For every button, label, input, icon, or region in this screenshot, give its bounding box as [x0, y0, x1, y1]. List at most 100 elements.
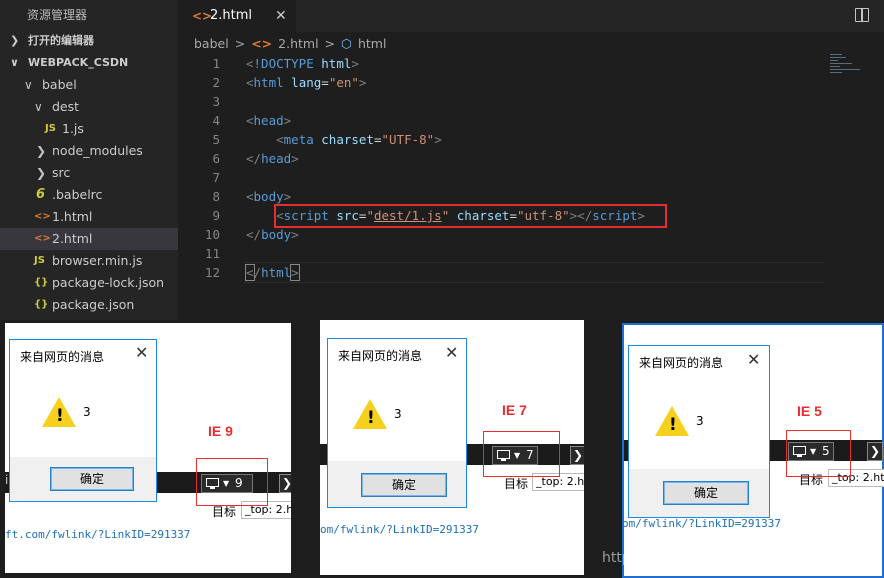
js-file-icon: JS [45, 123, 56, 134]
workspace-section[interactable]: ∨ WEBPACK_CSDN [0, 52, 178, 74]
line-number: 11 [204, 246, 220, 261]
line-number: 12 [204, 265, 220, 280]
tree-item-babelrc[interactable]: 6 .babelrc [0, 184, 178, 206]
json-file-icon: {} [34, 277, 49, 288]
line-number: 7 [212, 170, 220, 185]
tree-item-label: 1.js [62, 121, 84, 136]
chevron-down-icon: ∨ [24, 78, 33, 92]
warning-exclamation-icon: ! [669, 415, 677, 435]
dialog-title: 来自网页的消息 [20, 350, 105, 364]
tree-item-label: babel [42, 77, 77, 92]
line-number: 5 [212, 132, 220, 147]
alert-dialog: 来自网页的消息 ✕ ! 3 确定 [327, 338, 467, 508]
chevron-right-icon: ❯ [36, 166, 47, 180]
breadcrumb: babel > <> 2.html > ⬡ html [194, 34, 392, 54]
dialog-message: 3 [394, 407, 402, 421]
code-line-text: <head> [246, 113, 292, 128]
tree-item-label: src [52, 165, 71, 180]
line-number: 4 [212, 113, 220, 128]
ie5-panel: ▼ 5 ❯ 目标 _top: 2.html om/fwlink/?LinkID=… [622, 323, 884, 578]
close-icon[interactable]: ✕ [135, 343, 148, 362]
console-icon[interactable]: ❯ [867, 442, 883, 461]
html-file-icon: <> [251, 36, 273, 51]
code-editor[interactable]: 1 <!DOCTYPE html> 2 <html lang="en"> 3 4 <h… [178, 54, 884, 282]
tree-item-dest[interactable]: ∨ dest [0, 96, 178, 118]
ie7-panel: ▼ 7 ❯ 目标 _top: 2.html om/fwlink/?LinkID=… [320, 320, 584, 575]
ie-version-label: IE 9 [208, 423, 233, 439]
code-line: 6 </head> [178, 149, 884, 168]
chevron-right-icon: ❯ [36, 144, 47, 158]
tree-item-browser-min-js[interactable]: JS browser.min.js [0, 250, 178, 272]
tab-label: 2.html [210, 8, 253, 23]
split-editor-icon[interactable] [855, 8, 869, 22]
code-line-text: </head> [246, 151, 299, 166]
chevron-down-icon: ∨ [34, 100, 43, 114]
code-line: 4 <head> [178, 111, 884, 130]
html-file-icon: <> [34, 233, 51, 244]
tree-item-2html[interactable]: <> 2.html [0, 228, 178, 250]
fwlink-url[interactable]: om/fwlink/?LinkID=291337 [320, 523, 479, 536]
chevron-down-icon: ∨ [10, 56, 19, 69]
json-file-icon: {} [34, 299, 49, 310]
tree-item-label: node_modules [52, 143, 143, 158]
ie-version-label: IE 5 [797, 403, 822, 419]
line-number: 1 [212, 56, 220, 71]
code-line-text: <!DOCTYPE html> [246, 56, 359, 71]
highlight-box-script-line [274, 204, 667, 228]
ok-button[interactable]: 确定 [50, 467, 134, 491]
ok-button[interactable]: 确定 [361, 473, 447, 497]
tree-item-1js[interactable]: JS 1.js [0, 118, 178, 140]
tree-item-src[interactable]: ❯ src [0, 162, 178, 184]
breadcrumb-folder[interactable]: babel [194, 36, 229, 51]
highlight-box-doc-mode [196, 458, 268, 506]
dialog-message: 3 [696, 414, 704, 428]
code-line: 5 <meta charset="UTF-8"> [178, 130, 884, 149]
breadcrumb-separator: > [234, 36, 246, 51]
close-icon[interactable]: ✕ [747, 350, 760, 369]
code-line-text: <meta charset="UTF-8"> [276, 132, 442, 147]
code-line-text: </html> [245, 264, 300, 281]
breadcrumb-file[interactable]: 2.html [278, 36, 318, 51]
symbol-icon: ⬡ [341, 36, 352, 51]
tree-item-1html[interactable]: <> 1.html [0, 206, 178, 228]
console-icon[interactable]: ❯ [570, 446, 584, 465]
line-number: 6 [212, 151, 220, 166]
close-icon[interactable]: ✕ [275, 0, 287, 32]
js-file-icon: JS [34, 255, 45, 266]
code-line: 1 <!DOCTYPE html> [178, 54, 884, 73]
babel-file-icon: 6 [36, 187, 46, 202]
explorer-sidebar: 资源管理器 ❯ 打开的编辑器 ∨ WEBPACK_CSDN ∨ babel ∨ … [0, 0, 178, 320]
line-number: 2 [212, 75, 220, 90]
fwlink-url[interactable]: ft.com/fwlink/?LinkID=291337 [5, 528, 190, 541]
alert-dialog: 来自网页的消息 ✕ ! 3 确定 [628, 345, 770, 518]
dialog-footer: 确定 [10, 457, 156, 501]
line-number: 3 [212, 94, 220, 109]
highlight-box-doc-mode [786, 430, 851, 477]
ok-button[interactable]: 确定 [663, 481, 749, 505]
ie9-panel: ii ( ▼ 9 ❯ 目标 _top: 2.html ft.com/fwlink… [5, 323, 291, 573]
open-editors-section[interactable]: ❯ 打开的编辑器 [0, 30, 178, 52]
target-label: 目标 [504, 477, 529, 491]
code-line: 2 <html lang="en"> [178, 73, 884, 92]
tab-2html[interactable]: <> 2.html ✕ [178, 0, 296, 32]
dialog-title: 来自网页的消息 [338, 349, 423, 363]
tree-item-label: dest [52, 99, 80, 114]
alert-dialog: 来自网页的消息 ✕ ! 3 确定 [9, 339, 157, 502]
tree-item-package-json[interactable]: {} package.json [0, 294, 178, 316]
chevron-right-icon: ❯ [10, 34, 20, 47]
code-line-text: <html lang="en"> [246, 75, 367, 90]
ie-version-label: IE 7 [502, 402, 527, 418]
explorer-title: 资源管理器 [27, 8, 88, 22]
watermark: https://blog.csdn.net/weixin_43921436 [602, 550, 876, 566]
fwlink-url[interactable]: om/fwlink/?LinkID=291337 [622, 517, 781, 530]
tree-item-label: 2.html [52, 231, 93, 246]
tree-item-package-lock-json[interactable]: {} package-lock.json [0, 272, 178, 294]
dialog-footer: 确定 [328, 461, 466, 507]
tree-item-babel[interactable]: ∨ babel [0, 74, 178, 96]
dialog-message: 3 [83, 405, 91, 419]
tree-item-node-modules[interactable]: ❯ node_modules [0, 140, 178, 162]
console-icon[interactable]: ❯ [279, 474, 291, 493]
tree-item-label: package.json [52, 297, 135, 312]
breadcrumb-symbol[interactable]: html [358, 36, 386, 51]
close-icon[interactable]: ✕ [445, 343, 458, 362]
